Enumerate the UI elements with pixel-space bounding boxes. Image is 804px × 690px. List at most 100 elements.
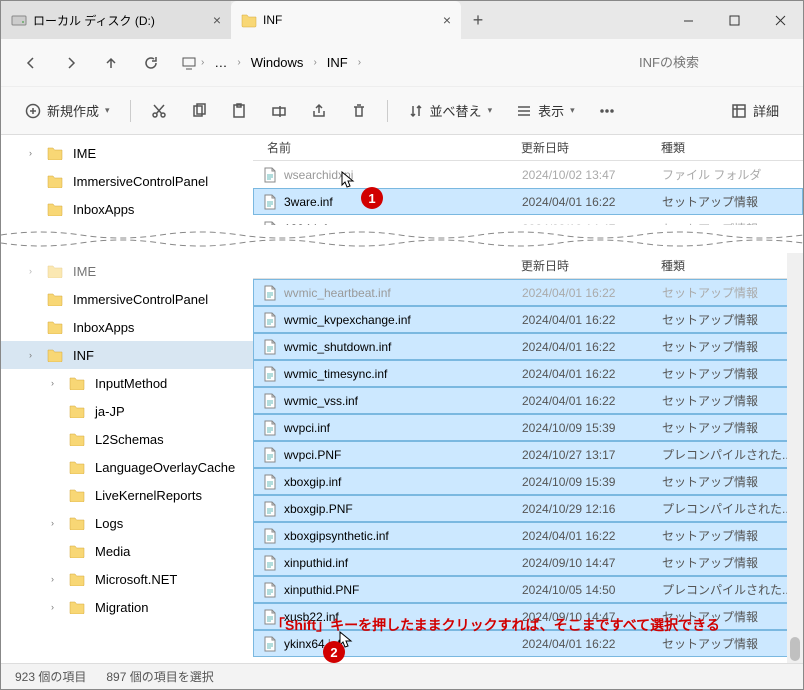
- cut-button[interactable]: [141, 95, 177, 127]
- tab-label: INF: [263, 13, 282, 27]
- file-row[interactable]: xinputhid.PNF2024/10/05 14:50プレコンパイルされた.…: [253, 576, 803, 603]
- copy-button[interactable]: [181, 95, 217, 127]
- search-input[interactable]: [631, 47, 791, 79]
- list-scrollbar[interactable]: [787, 253, 803, 665]
- file-name: wsearchidxpi: [284, 168, 522, 182]
- tab-close-icon[interactable]: ×: [213, 12, 221, 28]
- rename-button[interactable]: [261, 95, 297, 127]
- file-row[interactable]: wvmic_shutdown.inf2024/04/01 16:22セットアップ…: [253, 333, 803, 360]
- file-name: xinputhid.PNF: [284, 583, 522, 597]
- file-row[interactable]: wvmic_heartbeat.inf2024/04/01 16:22セットアッ…: [253, 279, 803, 306]
- file-name: wvmic_vss.inf: [284, 394, 522, 408]
- tab-label: ローカル ディスク (D:): [33, 12, 155, 29]
- breadcrumb-ellipsis[interactable]: …: [208, 51, 233, 74]
- tree-label: ImmersiveControlPanel: [73, 292, 208, 307]
- tree-item[interactable]: ›IME: [1, 139, 253, 167]
- tree-item[interactable]: L2Schemas: [1, 425, 253, 453]
- delete-button[interactable]: [341, 95, 377, 127]
- view-button[interactable]: 表示 ▾: [506, 95, 585, 127]
- disk-icon: [11, 12, 27, 28]
- tree-item[interactable]: LiveKernelReports: [1, 481, 253, 509]
- breadcrumb-part[interactable]: INF: [321, 51, 354, 74]
- file-type: セットアップ情報: [662, 527, 802, 544]
- back-button[interactable]: [13, 45, 49, 81]
- view-icon: [516, 103, 532, 119]
- forward-button[interactable]: [53, 45, 89, 81]
- col-name[interactable]: 名前: [261, 139, 521, 156]
- tab-add-button[interactable]: +: [461, 1, 495, 39]
- tree-item[interactable]: ›Logs: [1, 509, 253, 537]
- file-row[interactable]: wvmic_kvpexchange.inf2024/04/01 16:22セット…: [253, 306, 803, 333]
- tree-item[interactable]: Media: [1, 537, 253, 565]
- tree-item[interactable]: InboxApps: [1, 313, 253, 341]
- file-name: wvmic_heartbeat.inf: [284, 286, 522, 300]
- file-row[interactable]: xinputhid.inf2024/09/10 14:47セットアップ情報: [253, 549, 803, 576]
- file-row[interactable]: wvmic_vss.inf2024/04/01 16:22セットアップ情報: [253, 387, 803, 414]
- share-button[interactable]: [301, 95, 337, 127]
- statusbar: 923 個の項目 897 個の項目を選択: [1, 663, 803, 689]
- list-header[interactable]: 更新日時 種類: [253, 253, 803, 279]
- file-icon: [262, 167, 278, 183]
- file-list[interactable]: 名前 更新日時 種類 wsearchidxpi2024/10/02 13:47フ…: [253, 135, 803, 225]
- tree-item[interactable]: ›Migration: [1, 593, 253, 621]
- col-type[interactable]: 種類: [661, 257, 803, 274]
- file-row[interactable]: xboxgip.PNF2024/10/29 12:16プレコンパイルされた...: [253, 495, 803, 522]
- file-date: 2024/04/01 16:22: [522, 195, 662, 209]
- file-type: セットアップ情報: [662, 220, 802, 225]
- file-row[interactable]: wvpci.PNF2024/10/27 13:17プレコンパイルされた...: [253, 441, 803, 468]
- file-row[interactable]: xboxgipsynthetic.inf2024/04/01 16:22セットア…: [253, 522, 803, 549]
- more-button[interactable]: [589, 95, 625, 127]
- file-row[interactable]: wsearchidxpi2024/10/02 13:47ファイル フォルダ: [253, 161, 803, 188]
- clipboard-icon: [231, 103, 247, 119]
- folder-icon: [47, 146, 63, 160]
- file-row[interactable]: xboxgip.inf2024/10/09 15:39セットアップ情報: [253, 468, 803, 495]
- breadcrumb-part[interactable]: Windows: [245, 51, 310, 74]
- maximize-button[interactable]: [711, 1, 757, 39]
- file-row[interactable]: 3ware.inf2024/04/01 16:22セットアップ情報: [253, 188, 803, 215]
- sidebar[interactable]: ›IME ImmersiveControlPanel InboxApps›INF›I…: [1, 253, 253, 665]
- file-name: wvpci.PNF: [284, 448, 522, 462]
- file-icon: [262, 528, 278, 544]
- file-list[interactable]: 更新日時 種類 wvmic_heartbeat.inf2024/04/01 16…: [253, 253, 803, 665]
- new-button[interactable]: 新規作成 ▾: [15, 95, 120, 127]
- file-date: 2024/04/01 16:22: [522, 394, 662, 408]
- refresh-button[interactable]: [133, 45, 169, 81]
- close-button[interactable]: [757, 1, 803, 39]
- file-row[interactable]: wvmic_timesync.inf2024/04/01 16:22セットアップ…: [253, 360, 803, 387]
- tab-inactive[interactable]: ローカル ディスク (D:) ×: [1, 1, 231, 39]
- col-date[interactable]: 更新日時: [521, 139, 661, 156]
- file-row[interactable]: 1394.inf2024/09/10 14:47セットアップ情報: [253, 215, 803, 225]
- details-button[interactable]: 詳細: [721, 95, 789, 127]
- col-date[interactable]: 更新日時: [521, 257, 661, 274]
- tree-item[interactable]: ja-JP: [1, 397, 253, 425]
- tab-close-icon[interactable]: ×: [443, 12, 451, 28]
- up-button[interactable]: [93, 45, 129, 81]
- file-type: プレコンパイルされた...: [662, 446, 802, 463]
- chevron-down-icon: ▾: [105, 105, 110, 116]
- tree-item[interactable]: InboxApps: [1, 195, 253, 223]
- chevron-right-icon: ›: [358, 57, 361, 68]
- callout-1: 1: [361, 187, 383, 209]
- tree-item[interactable]: ›IME: [1, 257, 253, 285]
- file-icon: [262, 339, 278, 355]
- copy-icon: [191, 103, 207, 119]
- tree-label: ImmersiveControlPanel: [73, 174, 208, 189]
- tree-item[interactable]: LanguageOverlayCache: [1, 453, 253, 481]
- tree-item[interactable]: ›INF: [1, 341, 253, 369]
- sort-button[interactable]: 並べ替え ▾: [398, 95, 503, 127]
- tree-item[interactable]: ›InputMethod: [1, 369, 253, 397]
- tree-item[interactable]: ImmersiveControlPanel: [1, 285, 253, 313]
- file-row[interactable]: wvpci.inf2024/10/09 15:39セットアップ情報: [253, 414, 803, 441]
- tree-item[interactable]: ›Microsoft.NET: [1, 565, 253, 593]
- file-type: セットアップ情報: [662, 635, 802, 652]
- panel-top: ›IME ImmersiveControlPanel InboxApps 名前 更新…: [1, 135, 803, 225]
- tree-label: IME: [73, 146, 96, 161]
- list-header[interactable]: 名前 更新日時 種類: [253, 135, 803, 161]
- minimize-button[interactable]: [665, 1, 711, 39]
- breadcrumb[interactable]: › … › Windows › INF ›: [173, 51, 627, 74]
- paste-button[interactable]: [221, 95, 257, 127]
- col-type[interactable]: 種類: [661, 139, 803, 156]
- sidebar[interactable]: ›IME ImmersiveControlPanel InboxApps: [1, 135, 253, 225]
- tab-active[interactable]: INF ×: [231, 1, 461, 39]
- tree-item[interactable]: ImmersiveControlPanel: [1, 167, 253, 195]
